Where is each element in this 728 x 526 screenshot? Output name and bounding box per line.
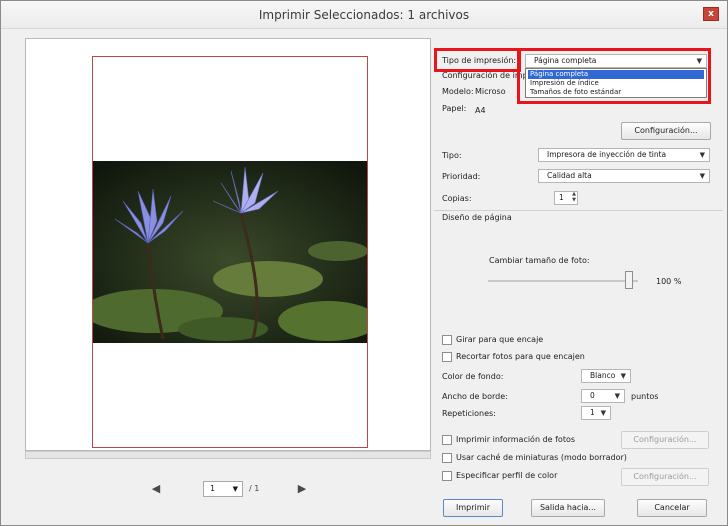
model-label: Modelo:: [442, 87, 474, 96]
print-dialog: Imprimir Seleccionados: 1 archivos x ◀ 1…: [0, 0, 728, 526]
preview-scrollbar[interactable]: [25, 451, 431, 459]
window-title: Imprimir Seleccionados: 1 archivos: [258, 8, 470, 22]
print-type-select[interactable]: Página completa ▼: [525, 54, 707, 68]
resize-slider-thumb[interactable]: [625, 271, 633, 289]
page-layout-group: [434, 210, 723, 322]
chevron-down-icon: ▼: [620, 372, 626, 380]
stepper-arrows-icon[interactable]: ▲ ▼: [572, 191, 576, 203]
resize-value: 100 %: [656, 277, 682, 286]
crop-to-fit-checkbox[interactable]: [442, 352, 452, 362]
previous-page-button[interactable]: ◀: [149, 482, 163, 496]
paper-value: A4: [475, 106, 486, 115]
border-width-unit: puntos: [631, 392, 659, 401]
color-profile-label: Especificar perfil de color: [456, 471, 558, 480]
copies-value: 1: [559, 193, 564, 202]
print-type-option[interactable]: Página completa: [528, 70, 704, 79]
copies-stepper[interactable]: 1 ▲ ▼: [554, 191, 578, 205]
resize-slider-track[interactable]: [488, 280, 638, 282]
chevron-down-icon: ▼: [699, 172, 705, 180]
priority-value: Calidad alta: [547, 171, 592, 180]
cancel-button[interactable]: Cancelar: [637, 499, 707, 517]
page-layout-title: Diseño de página: [442, 213, 512, 222]
priority-label: Prioridad:: [442, 172, 481, 181]
thumbnail-cache-label: Usar caché de miniaturas (modo borrador): [456, 453, 627, 462]
border-width-select[interactable]: 0 ▼: [581, 389, 625, 403]
print-type-value: Página completa: [534, 56, 597, 65]
print-preview: [25, 38, 431, 451]
photo-water-lilies: [93, 161, 367, 343]
resize-photo-label: Cambiar tamaño de foto:: [489, 256, 590, 265]
printer-config-button[interactable]: Configuración...: [621, 122, 711, 140]
crop-to-fit-label: Recortar fotos para que encajen: [456, 352, 585, 361]
thumbnail-cache-checkbox[interactable]: [442, 453, 452, 463]
print-type-label: Tipo de impresión:: [442, 56, 517, 65]
repetitions-value: 1: [590, 408, 595, 417]
close-button[interactable]: x: [703, 7, 719, 21]
border-width-label: Ancho de borde:: [442, 392, 508, 401]
printer-type-select[interactable]: Impresora de inyección de tinta ▼: [538, 148, 710, 162]
photo-info-config-button[interactable]: Configuración...: [621, 431, 709, 449]
repetitions-label: Repeticiones:: [442, 409, 496, 418]
color-profile-config-button[interactable]: Configuración...: [621, 468, 709, 486]
chevron-down-icon: ▼: [696, 57, 702, 65]
print-type-dropdown-list: Página completa Impresión de índice Tama…: [525, 68, 707, 98]
model-value: Microso: [475, 87, 506, 96]
next-page-button[interactable]: ▶: [295, 482, 309, 496]
rotate-to-fit-checkbox[interactable]: [442, 335, 452, 345]
color-profile-checkbox[interactable]: [442, 471, 452, 481]
repetitions-select[interactable]: 1 ▼: [581, 406, 611, 420]
page-total: / 1: [249, 484, 260, 493]
preview-page: [92, 56, 368, 448]
printer-type-value: Impresora de inyección de tinta: [547, 150, 667, 159]
chevron-down-icon: ▼: [232, 485, 238, 493]
copies-label: Copias:: [442, 194, 472, 203]
paper-label: Papel:: [442, 104, 467, 113]
chevron-down-icon: ▼: [600, 409, 606, 417]
chevron-down-icon: ▼: [614, 392, 620, 400]
title-bar: Imprimir Seleccionados: 1 archivos x: [1, 1, 727, 29]
rotate-to-fit-label: Girar para que encaje: [456, 335, 544, 344]
background-color-label: Color de fondo:: [442, 372, 504, 381]
print-photo-info-label: Imprimir información de fotos: [456, 435, 576, 444]
page-number-select[interactable]: 1 ▼: [203, 481, 243, 497]
type-label: Tipo:: [442, 151, 462, 160]
config-section-label: Configuración de impr: [442, 71, 531, 80]
print-type-option[interactable]: Impresión de índice: [528, 79, 704, 88]
priority-select[interactable]: Calidad alta ▼: [538, 169, 710, 183]
border-width-value: 0: [590, 391, 595, 400]
print-photo-info-checkbox[interactable]: [442, 435, 452, 445]
print-type-option[interactable]: Tamaños de foto estándar: [528, 88, 704, 97]
print-button[interactable]: Imprimir: [443, 499, 503, 517]
page-number-value: 1: [210, 484, 216, 493]
background-color-value: Blanco: [590, 371, 616, 380]
chevron-down-icon: ▼: [699, 151, 705, 159]
output-to-button[interactable]: Salida hacia...: [531, 499, 605, 517]
background-color-select[interactable]: Blanco ▼: [581, 369, 631, 383]
